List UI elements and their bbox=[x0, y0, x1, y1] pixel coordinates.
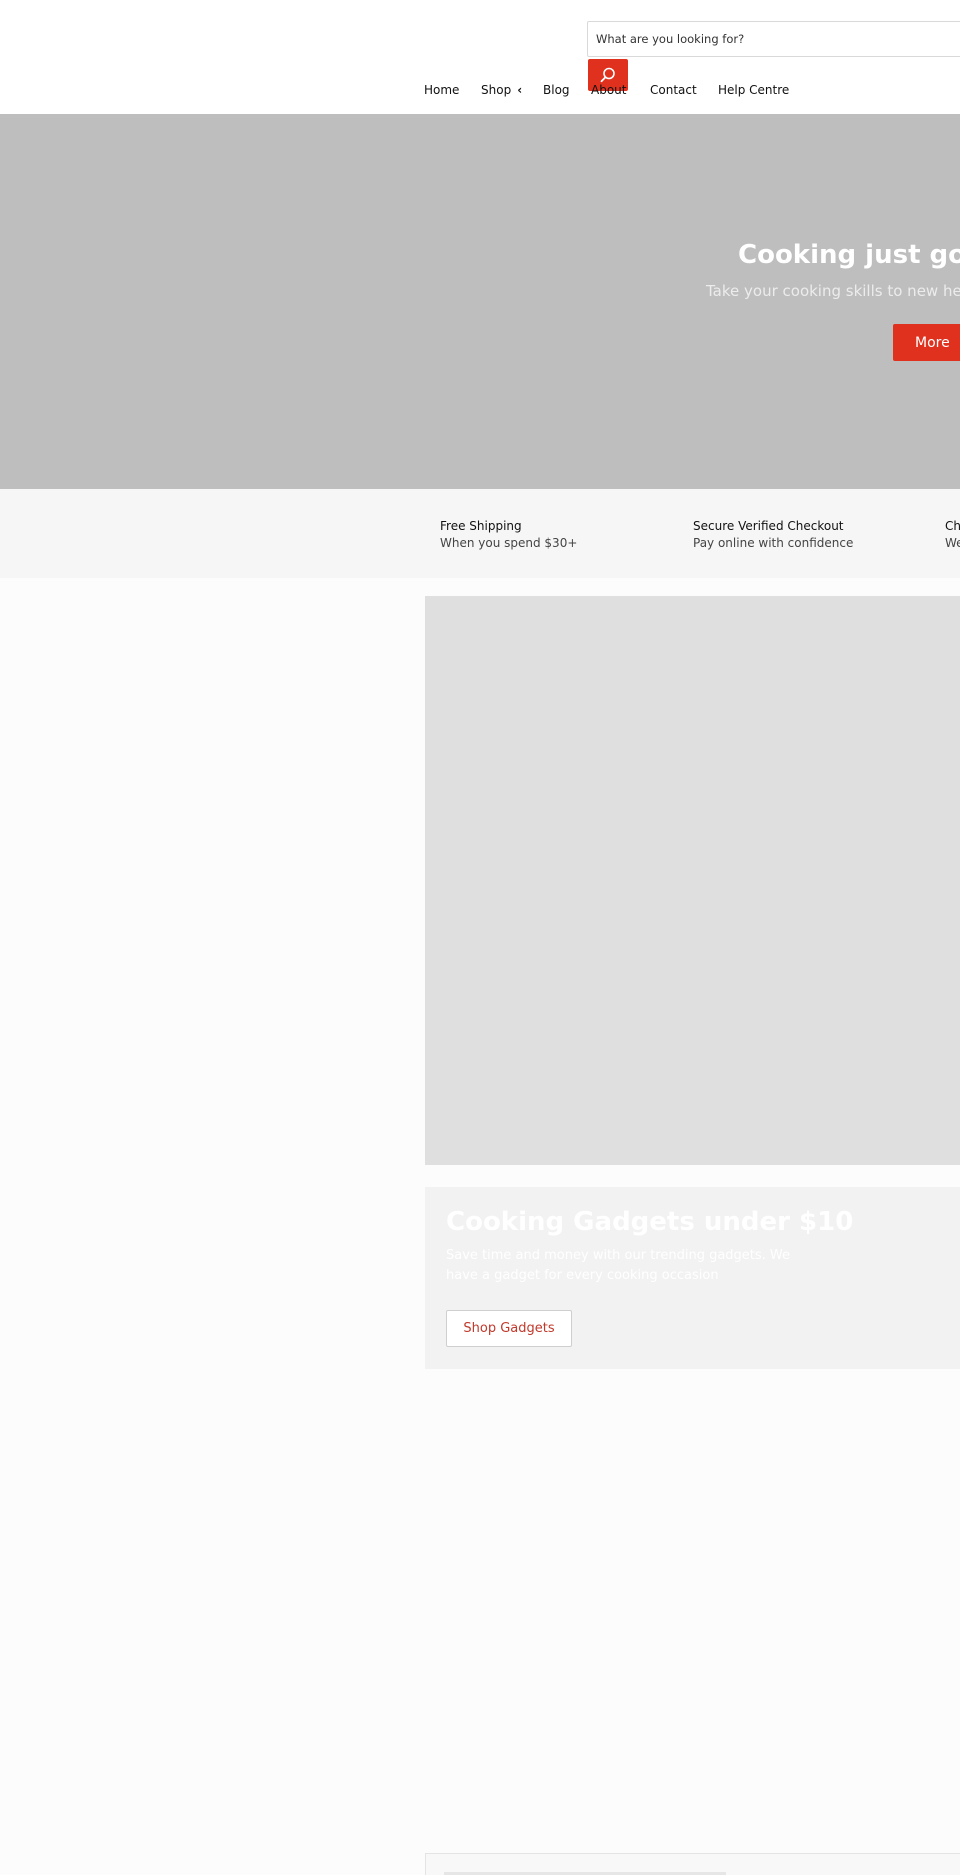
usp-title: Free Shipping bbox=[440, 519, 522, 533]
search-input[interactable] bbox=[587, 21, 960, 57]
chevron-left-icon: ‹ bbox=[517, 83, 523, 97]
search-divider bbox=[790, 57, 960, 59]
nav-item-help-centre[interactable]: Help Centre bbox=[718, 83, 789, 97]
hero-subtitle: Take your cooking skills to new heights bbox=[706, 282, 960, 300]
promo-text: Save time and money with our trending ga… bbox=[446, 1248, 791, 1283]
nav-item-contact[interactable]: Contact bbox=[650, 83, 697, 97]
nav-item-label: Shop bbox=[481, 83, 512, 97]
promo-image bbox=[425, 596, 960, 1165]
nav-item-home[interactable]: Home bbox=[424, 83, 459, 97]
usp-title: Secure Verified Checkout bbox=[693, 519, 844, 533]
usp-bar: Free Shipping When you spend $30+ Secure… bbox=[0, 489, 960, 578]
usp-secure-checkout: Secure Verified Checkout Pay online with… bbox=[693, 518, 853, 552]
nav-item-about[interactable]: About bbox=[591, 83, 626, 97]
usp-subtitle: Pay online with confidence bbox=[693, 536, 854, 550]
promo-panel: Cooking Gadgets under $10 Save time and … bbox=[425, 1187, 960, 1369]
site-header: Home Shop ‹ Blog About Contact Help Centr… bbox=[0, 0, 960, 114]
usp-free-shipping: Free Shipping When you spend $30+ bbox=[440, 518, 577, 552]
promo-title: Cooking Gadgets under $10 bbox=[446, 1207, 854, 1237]
search-icon bbox=[600, 67, 615, 83]
nav-item-blog[interactable]: Blog bbox=[543, 83, 570, 97]
hero-more-button[interactable]: More bbox=[893, 324, 960, 361]
shop-gadgets-button[interactable]: Shop Gadgets bbox=[446, 1310, 572, 1347]
nav-item-shop[interactable]: Shop ‹ bbox=[481, 83, 522, 97]
usp-title: Ch bbox=[945, 519, 960, 533]
main-nav: Home Shop ‹ Blog About Contact Help Centr… bbox=[0, 83, 960, 103]
usp-third: Ch We bbox=[945, 518, 960, 552]
usp-subtitle: We bbox=[945, 536, 960, 550]
hero-banner: Cooking just got a w Take your cooking s… bbox=[0, 114, 960, 489]
product-card bbox=[425, 1853, 960, 1875]
usp-subtitle: When you spend $30+ bbox=[440, 536, 578, 550]
hero-title: Cooking just got a w bbox=[738, 240, 960, 270]
